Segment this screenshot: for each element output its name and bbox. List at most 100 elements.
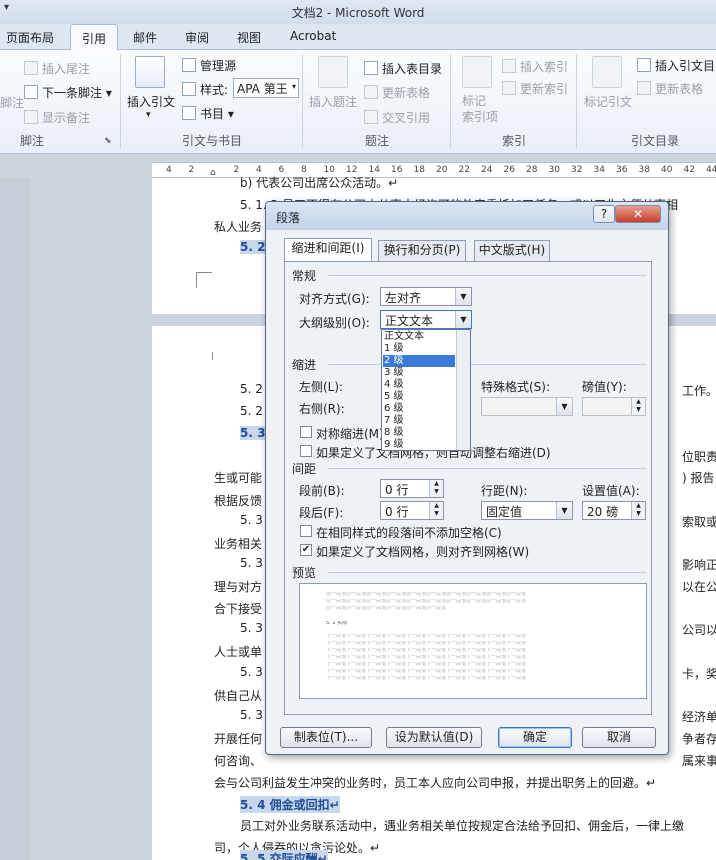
spinner-icon[interactable]: ▲ ▼ [631,502,645,519]
style-label: 样式: [182,81,228,98]
style-icon [182,82,196,96]
close-button[interactable]: ✕ [615,205,661,223]
no-space-same-style-checkbox[interactable] [300,525,312,537]
line-spacing-at-input[interactable]: 20 磅 ▲ ▼ [582,501,646,520]
body-text: 业务相关 [214,537,263,551]
bibliography-button[interactable]: 书目 ▾ [182,105,234,122]
dropdown-option[interactable]: 2 级 [383,355,455,367]
alignment-select[interactable]: 左对齐 ▼ [380,287,472,306]
manage-sources-button[interactable]: 管理源 [182,57,236,74]
section-heading: 5. 3 [240,426,266,440]
cancel-button[interactable]: 取消 [582,727,656,748]
window-title: 文档2 - Microsoft Word [291,6,425,20]
show-notes-button[interactable]: 显示备注 [24,109,90,126]
dropdown-option[interactable]: 1 级 [383,343,455,355]
endnote-icon [24,61,38,75]
body-text: 5. 2 [240,382,263,396]
dropdown-option[interactable]: 8 级 [383,427,455,439]
body-text: ) 报告， [682,471,716,485]
indent-by-input[interactable]: ▲ ▼ [582,397,646,416]
divider [328,275,646,276]
insert-toa-button[interactable]: 插入引文目 [637,57,715,74]
body-text: 索取或收 [682,515,716,529]
auto-adjust-right-indent-checkbox[interactable] [300,445,312,457]
space-after-input[interactable]: 0 行 ▲ ▼ [380,501,444,520]
ruler-tick-label: 20 [436,165,448,175]
horizontal-ruler[interactable]: 4 2 2 4 6 8 10 12 14 16 18 20 22 24 26 28 30 32 34 36 38 40 42… [152,162,716,178]
insert-table-of-figures-button[interactable]: 插入表目录 [364,60,442,77]
dropdown-option[interactable]: 3 级 [383,367,455,379]
group-separator [120,54,121,148]
line-spacing-select[interactable]: 固定值 ▼ [481,501,573,520]
ruler-tick-label: 34 [593,165,605,175]
chevron-down-icon: ▾ [291,82,296,91]
tab-asian-typography[interactable]: 中文版式(H) [474,240,550,261]
set-default-button[interactable]: 设为默认值(D) [386,727,482,748]
spinner-icon[interactable]: ▲ ▼ [631,398,645,415]
dropdown-option[interactable]: 5 级 [383,391,455,403]
ruler-tick-label: 22 [458,165,470,175]
tab-references[interactable]: 引用 [70,24,118,51]
group-index: 索引 [502,134,527,148]
body-text: 供自己从 [214,689,263,703]
ribbon: 脚注 插入尾注 下一条脚注 ▾ 显示备注 脚注 ⬊ 插入引文 ▾ 管理源 样式:… [0,50,716,154]
update-index-button[interactable]: 更新索引 [502,80,568,97]
tab-indents-spacing[interactable]: 缩进和间距(I) [284,238,372,262]
dropdown-scrollbar[interactable] [456,330,470,450]
dialog-title-bar[interactable]: 段落 ? ✕ [266,202,668,230]
snap-to-grid-checkbox[interactable]: ✔ [300,544,312,556]
outline-level-select[interactable]: 正文文本 ▼ [380,310,472,329]
spinner-icon[interactable]: ▲ ▼ [429,480,443,497]
dropdown-option[interactable]: 7 级 [383,415,455,427]
next-footnote-button[interactable]: 下一条脚注 ▾ [24,84,112,101]
outline-level-dropdown[interactable]: 正文文本 1 级2 级3 级4 级5 级6 级7 级8 级9 级 [381,329,471,451]
tab-review[interactable]: 审阅 [185,29,209,46]
insert-citation-button[interactable]: 插入引文 [127,93,175,110]
body-text: 开展任何 [214,732,263,746]
ruler-tick-label: 36 [616,165,628,175]
tab-acrobat[interactable]: Acrobat [290,29,336,43]
insert-caption-icon [318,56,348,88]
help-button[interactable]: ? [593,205,615,223]
tab-page-layout[interactable]: 页面布局 [6,29,54,46]
section-heading: 5. 4 佣金或回扣↵ [240,796,340,813]
group-table-of-authorities: 引文目录 [631,134,680,148]
cross-reference-button[interactable]: 交叉引用 [364,109,430,126]
dialog-launcher-icon[interactable]: ⬊ [104,136,112,146]
mark-citation-button[interactable]: 标记引文 [584,93,632,110]
chevron-down-icon: ▼ [455,311,471,328]
tab-view[interactable]: 视图 [237,29,261,46]
update-table-button[interactable]: 更新表格 [364,84,430,101]
body-text: 私人业务 [214,220,263,234]
mirror-indents-label: 对称缩进(M) [316,427,384,441]
body-text: 根据反馈 [214,494,263,508]
footnote-partial-label[interactable]: 脚注 [0,94,24,111]
space-before-input[interactable]: 0 行 ▲ ▼ [380,479,444,498]
dropdown-option[interactable]: 9 级 [383,439,455,451]
update-toa-button[interactable]: 更新表格 [637,80,703,97]
ok-button[interactable]: 确定 [498,727,572,748]
line-spacing-at-label: 设置值(A): [582,484,640,498]
tabs-button[interactable]: 制表位(T)... [280,727,372,748]
preview-line: 下一段落下一段落下一段落下一段落下一段落下一段落下一段落下一段落下一段落下一段落 [326,641,527,646]
dropdown-option[interactable]: 4 级 [383,379,455,391]
ruler-tick-label: 4 [166,165,172,175]
body-text: 工作。↵ [682,384,716,398]
chevron-down-icon: ▼ [556,502,572,519]
insert-index-button[interactable]: 插入索引 [502,58,568,75]
dropdown-option[interactable]: 正文文本 [383,331,455,343]
body-text: 员工对外业务联系活动中，遇业务相关单位按规定合法给予回扣、佣金后，一律上缴 [240,819,685,833]
insert-caption-button[interactable]: 插入题注 [309,93,357,110]
mark-entry-button[interactable]: 标记 索引项 [462,93,498,125]
group-citations: 引文与书目 [182,134,243,148]
tab-mailings[interactable]: 邮件 [133,29,157,46]
insert-endnote-button[interactable]: 插入尾注 [24,60,90,77]
indent-marker-icon[interactable]: ⌂ [210,168,216,178]
dropdown-option[interactable]: 6 级 [383,403,455,415]
spinner-icon[interactable]: ▲ ▼ [429,502,443,519]
ruler-tick-label: 26 [503,165,515,175]
special-indent-select[interactable]: ▼ [481,397,573,416]
mirror-indents-checkbox[interactable] [300,426,312,438]
citation-style-select[interactable]: APA 第王 ▾ [233,78,299,98]
tab-line-page-breaks[interactable]: 换行和分页(P) [378,240,466,261]
